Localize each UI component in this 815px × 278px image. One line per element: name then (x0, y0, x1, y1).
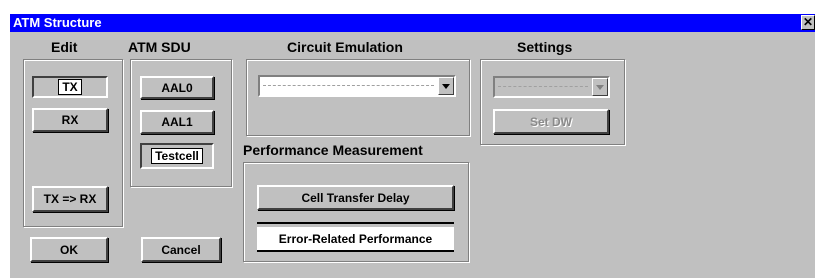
rx-button[interactable]: RX (32, 108, 108, 132)
set-dw-button[interactable]: Set DW (493, 109, 609, 134)
circuit-emulation-header: Circuit Emulation (287, 39, 403, 55)
cancel-button[interactable]: Cancel (141, 237, 221, 262)
close-button[interactable]: ✕ (801, 15, 815, 30)
tx-button[interactable]: TX (32, 76, 108, 98)
settings-select[interactable] (493, 76, 610, 98)
edit-header: Edit (51, 39, 78, 55)
tx-to-rx-button[interactable]: TX => RX (32, 186, 108, 212)
circuit-emulation-group (246, 59, 470, 136)
settings-header: Settings (517, 39, 573, 55)
chevron-down-icon[interactable] (438, 77, 454, 95)
cell-transfer-delay-button[interactable]: Cell Transfer Delay (257, 185, 454, 210)
testcell-button[interactable]: Testcell (140, 143, 214, 169)
chevron-down-icon[interactable] (592, 78, 608, 96)
ok-button[interactable]: OK (30, 237, 108, 262)
performance-measurement-header: Performance Measurement (243, 142, 423, 158)
atm-sdu-header: ATM SDU (128, 39, 191, 55)
title-bar[interactable]: ATM Structure ✕ (10, 14, 815, 32)
error-related-bottom-border (257, 250, 454, 252)
error-related-performance-button[interactable]: Error-Related Performance (257, 227, 454, 251)
circuit-emulation-placeholder-line (263, 85, 434, 86)
aal1-button[interactable]: AAL1 (140, 110, 214, 134)
settings-placeholder-line (498, 86, 588, 87)
tx-button-label: TX (58, 79, 82, 95)
aal0-button[interactable]: AAL0 (140, 76, 214, 99)
close-icon: ✕ (802, 15, 814, 29)
error-related-top-border (257, 222, 454, 224)
testcell-button-label: Testcell (151, 148, 203, 164)
circuit-emulation-select[interactable] (258, 75, 456, 97)
atm-structure-dialog: ATM Structure ✕ Edit TX RX TX => RX ATM … (10, 14, 815, 278)
window-title: ATM Structure (13, 15, 102, 30)
